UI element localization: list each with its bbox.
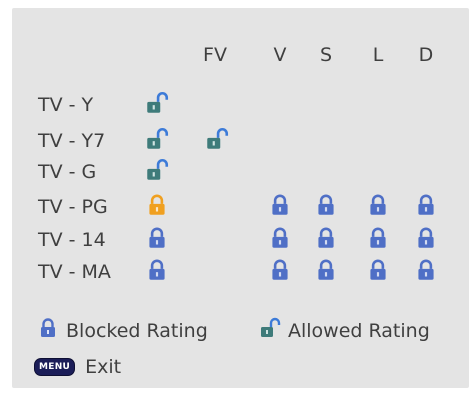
locked-padlock-icon [413, 257, 439, 283]
row-label-tv-y: TV - Y [38, 94, 94, 116]
exit-label: Exit [85, 356, 122, 378]
locked-padlock-icon [413, 192, 439, 218]
unlocked-padlock-icon [144, 90, 170, 116]
lock-toggle-tv-ma-v[interactable] [267, 257, 293, 283]
lock-toggle-tv-pg-l[interactable] [365, 192, 391, 218]
lock-toggle-tv-pg-d[interactable] [413, 192, 439, 218]
column-header-s: S [319, 44, 333, 66]
locked-padlock-icon [365, 192, 391, 218]
lock-toggle-tv-y7-all[interactable] [144, 126, 170, 152]
row-label-tv-pg: TV - PG [38, 196, 108, 218]
locked-padlock-icon [267, 192, 293, 218]
legend-blocked: Blocked Rating [36, 316, 208, 345]
column-header-l: L [372, 44, 384, 66]
lock-toggle-tv-14-s[interactable] [313, 225, 339, 251]
locked-padlock-icon [365, 225, 391, 251]
row-label-tv-g: TV - G [38, 161, 97, 183]
lock-toggle-tv-14-v[interactable] [267, 225, 293, 251]
unlocked-padlock-icon [144, 126, 170, 152]
lock-toggle-tv-pg-s[interactable] [313, 192, 339, 218]
locked-padlock-icon [144, 192, 170, 218]
tv-rating-lock-panel: FV V S L D TV - Y TV - Y7 TV - G TV - PG… [12, 8, 469, 388]
locked-padlock-icon [144, 225, 170, 251]
locked-padlock-icon [365, 257, 391, 283]
lock-toggle-tv-pg-all[interactable] [144, 192, 170, 218]
locked-padlock-icon [267, 257, 293, 283]
lock-toggle-tv-14-d[interactable] [413, 225, 439, 251]
legend-allowed-label: Allowed Rating [288, 319, 430, 342]
row-label-tv-14: TV - 14 [38, 229, 106, 251]
column-header-fv: FV [203, 44, 227, 66]
locked-padlock-icon [36, 316, 60, 345]
lock-toggle-tv-pg-v[interactable] [267, 192, 293, 218]
unlocked-padlock-icon [258, 316, 282, 345]
lock-toggle-tv-14-l[interactable] [365, 225, 391, 251]
locked-padlock-icon [413, 225, 439, 251]
unlocked-padlock-icon [204, 126, 230, 152]
exit-hint[interactable]: MENU Exit [34, 356, 121, 378]
legend-blocked-label: Blocked Rating [66, 319, 208, 342]
column-header-v: V [273, 44, 287, 66]
locked-padlock-icon [313, 257, 339, 283]
lock-toggle-tv-g-all[interactable] [144, 157, 170, 183]
menu-key-icon: MENU [34, 358, 76, 376]
locked-padlock-icon [313, 225, 339, 251]
lock-toggle-tv-y-all[interactable] [144, 90, 170, 116]
legend-allowed: Allowed Rating [258, 316, 430, 345]
locked-padlock-icon [144, 257, 170, 283]
lock-toggle-tv-ma-s[interactable] [313, 257, 339, 283]
lock-toggle-tv-14-all[interactable] [144, 225, 170, 251]
lock-toggle-tv-y7-fv[interactable] [204, 126, 230, 152]
lock-toggle-tv-ma-l[interactable] [365, 257, 391, 283]
row-label-tv-ma: TV - MA [38, 261, 111, 283]
unlocked-padlock-icon [144, 157, 170, 183]
lock-toggle-tv-ma-all[interactable] [144, 257, 170, 283]
row-label-tv-y7: TV - Y7 [38, 130, 106, 152]
locked-padlock-icon [267, 225, 293, 251]
column-header-d: D [418, 44, 434, 66]
locked-padlock-icon [313, 192, 339, 218]
lock-toggle-tv-ma-d[interactable] [413, 257, 439, 283]
